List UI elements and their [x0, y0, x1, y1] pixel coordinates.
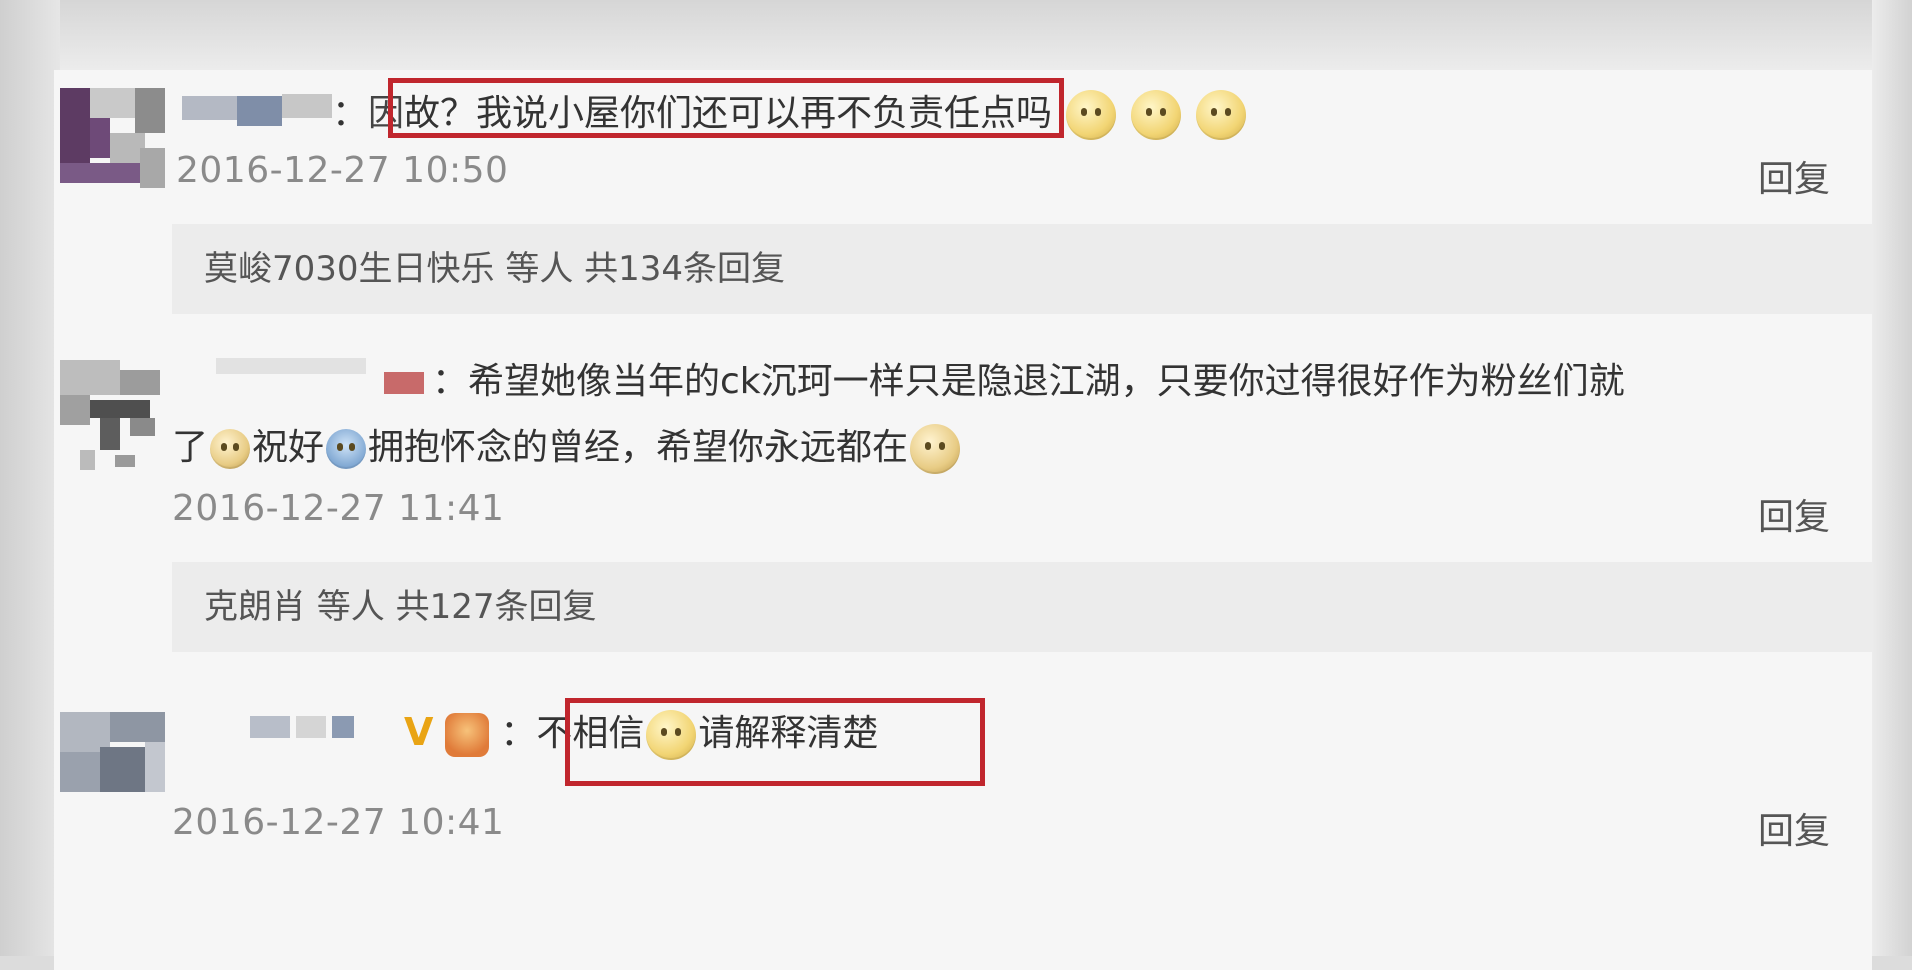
avatar[interactable]	[60, 712, 170, 822]
avatar[interactable]	[60, 88, 170, 198]
sad-emoji-icon	[210, 429, 251, 469]
reply-summary[interactable]: 克朗肖 等人 共127条回复	[172, 562, 1872, 652]
smiley-emoji-icon	[1065, 90, 1116, 140]
timestamp: 2016-12-27 11:41	[172, 488, 505, 529]
reply-button[interactable]: 回复	[1758, 802, 1830, 854]
sad-emoji-icon	[910, 424, 961, 474]
highlight-box	[565, 698, 985, 786]
badge-icon	[444, 713, 489, 757]
reply-button[interactable]: 回复	[1758, 150, 1830, 202]
username-blur	[237, 96, 282, 126]
username[interactable]	[216, 358, 366, 374]
username[interactable]	[182, 96, 237, 120]
username-blur	[282, 94, 332, 118]
smiley-emoji-icon	[1130, 90, 1181, 140]
comment-list: ：因故？我说小屋你们还可以再不负责任点吗 2016-12-27 10:50 回复…	[54, 70, 1872, 970]
timestamp: 2016-12-27 10:50	[176, 150, 509, 191]
background-right	[1872, 0, 1912, 956]
comment-text: ：希望她像当年的ck沉珂一样只是隐退江湖，只要你过得很好作为粉丝们就	[432, 361, 1625, 402]
vip-badge	[384, 372, 424, 394]
smiley-emoji-icon	[1196, 90, 1247, 140]
highlight-box	[388, 78, 1064, 138]
timestamp: 2016-12-27 10:41	[172, 802, 505, 843]
hug-emoji-icon	[326, 429, 367, 469]
comment-text-continued: 了祝好 拥抱怀念的曾经，希望你永远都在	[172, 424, 962, 474]
background-left	[0, 0, 60, 956]
username[interactable]	[250, 716, 360, 740]
background-top	[0, 0, 1912, 70]
avatar[interactable]	[60, 360, 170, 470]
reply-button[interactable]: 回复	[1758, 488, 1830, 540]
reply-summary[interactable]: 莫峻7030生日快乐 等人 共134条回复	[172, 224, 1872, 314]
vip-icon: V	[404, 710, 434, 754]
